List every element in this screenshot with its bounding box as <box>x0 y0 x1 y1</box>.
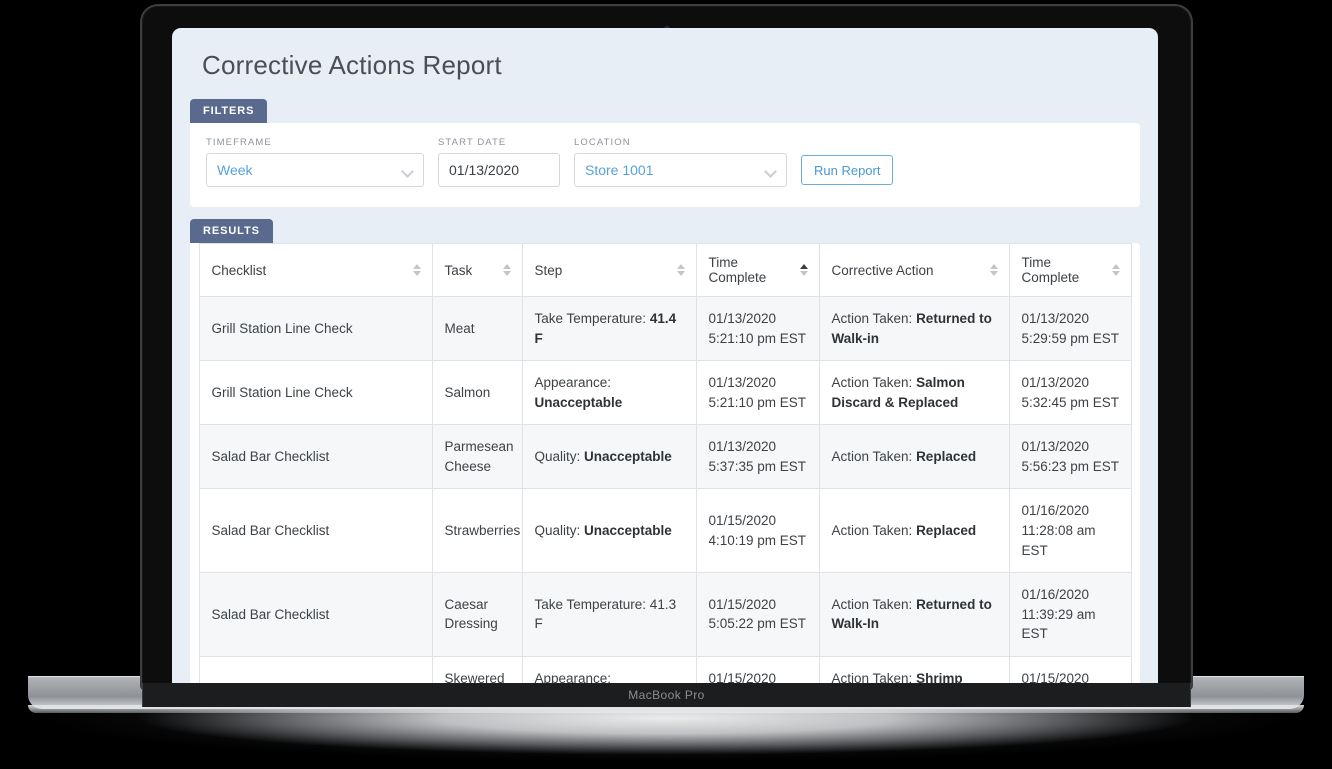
cell-task: Strawberries <box>431 488 523 574</box>
tab-results[interactable]: RESULTS <box>190 219 273 243</box>
column-header-label: Time Complete <box>708 255 767 285</box>
cell-task: Salmon <box>431 360 523 426</box>
cell-checklist: Grill Station Line Check <box>198 295 433 362</box>
timeframe-select[interactable]: Week <box>206 153 424 187</box>
chevron-down-icon <box>402 165 413 176</box>
cell-action-time-complete: 01/13/2020 5:29:59 pm EST <box>1008 295 1132 362</box>
column-header-time-complete-5[interactable]: Time Complete <box>1008 243 1132 297</box>
cell-time-complete: 01/13/2020 5:37:35 pm EST <box>695 424 820 490</box>
cell-step: Take Temperature: 41.4 F <box>521 295 697 362</box>
location-select[interactable]: Store 1001 <box>574 153 787 187</box>
column-header-corrective-action-4[interactable]: Corrective Action <box>818 243 1010 297</box>
location-label: LOCATION <box>574 137 631 148</box>
cell-step: Appearance: Unacceptable <box>521 655 697 683</box>
field-timeframe: TIMEFRAME Week <box>206 137 424 187</box>
results-card: Checklist Task Step Time Complete Corrective… <box>190 243 1140 683</box>
table-row[interactable]: Salad Bar Checklist Caesar Dressing Take T… <box>198 572 1132 657</box>
column-header-label: Step <box>534 262 563 278</box>
start-date-value: 01/13/2020 <box>449 162 520 178</box>
start-date-input[interactable]: 01/13/2020 <box>438 153 560 187</box>
cell-corrective-action: Action Taken: Returned to Walk-in <box>818 295 1010 362</box>
cell-time-complete: 01/15/20205:06:12 pm EST <box>695 655 820 683</box>
table-row[interactable]: Salad Bar Checklist Strawberries Quality: … <box>198 488 1132 574</box>
field-start-date: START DATE 01/13/2020 <box>438 137 560 187</box>
sort-icon[interactable] <box>502 263 512 277</box>
table-row[interactable]: Salad Bar Checklist Parmesean Cheese Quali… <box>198 424 1132 490</box>
tab-filters[interactable]: FILTERS <box>190 99 268 123</box>
cell-action-time-complete: 01/16/2020 11:28:08 am EST <box>1008 488 1132 574</box>
filters-row: TIMEFRAME Week START DATE 01/13/2020 LOC… <box>206 137 1124 187</box>
timeframe-label: TIMEFRAME <box>206 137 272 148</box>
cell-time-complete: 01/15/2020 4:10:19 pm EST <box>695 488 820 574</box>
table-row[interactable]: Grill Station Line CheckSkewered ShrimpA… <box>198 655 1132 683</box>
cell-corrective-action: Action Taken: Salmon Discard & Replaced <box>818 360 1010 426</box>
cell-corrective-action: Action Taken: Shrimp Replaced <box>818 655 1010 683</box>
laptop-bottom-bezel: MacBook Pro <box>142 683 1191 707</box>
table-row[interactable]: Grill Station Line Check Meat Take Tempera… <box>198 295 1132 362</box>
cell-step: Quality: Unacceptable <box>521 488 697 574</box>
cell-corrective-action: Action Taken: Returned to Walk-In <box>818 572 1010 657</box>
cell-checklist: Salad Bar Checklist <box>198 424 433 490</box>
cell-time-complete: 01/13/2020 5:21:10 pm EST <box>695 295 820 362</box>
column-header-label: Task <box>444 262 473 278</box>
sort-icon[interactable] <box>676 263 686 277</box>
column-header-task-1[interactable]: Task <box>431 243 523 297</box>
cell-action-time-complete: 01/16/2020 11:39:29 am EST <box>1008 572 1132 657</box>
screenshot-stage: MacBook Pro Corrective Actions Report FI… <box>0 0 1332 769</box>
cell-corrective-action: Action Taken: Replaced <box>818 488 1010 574</box>
app-screen: Corrective Actions Report FILTERS TIMEFR… <box>172 28 1158 683</box>
cell-action-time-complete: 01/15/20205:21:09 pm EST <box>1008 655 1132 683</box>
run-report-button[interactable]: Run Report <box>801 155 894 185</box>
filters-card: TIMEFRAME Week START DATE 01/13/2020 LOC… <box>190 123 1140 207</box>
cell-task: Parmesean Cheese <box>431 424 523 490</box>
results-table-body: Grill Station Line Check Meat Take Tempera… <box>198 295 1132 683</box>
filters-tab-wrap: FILTERS <box>190 99 1158 123</box>
cell-checklist: Grill Station Line Check <box>198 655 433 683</box>
timeframe-value: Week <box>217 162 253 178</box>
location-value: Store 1001 <box>585 162 654 178</box>
cell-checklist: Salad Bar Checklist <box>198 572 433 657</box>
cell-step: Take Temperature: 41.3 F <box>521 572 697 657</box>
cell-time-complete: 01/15/2020 5:05:22 pm EST <box>695 572 820 657</box>
results-table-head: Checklist Task Step Time Complete Corrective… <box>198 243 1132 297</box>
sort-icon[interactable] <box>1111 263 1121 277</box>
column-header-step-2[interactable]: Step <box>521 243 697 297</box>
column-header-label: Checklist <box>211 262 267 278</box>
cell-corrective-action: Action Taken: Replaced <box>818 424 1010 490</box>
start-date-label: START DATE <box>438 137 507 148</box>
cell-step: Quality: Unacceptable <box>521 424 697 490</box>
sort-icon[interactable] <box>989 263 999 277</box>
sort-icon[interactable] <box>799 263 809 277</box>
results-table: Checklist Task Step Time Complete Corrective… <box>198 243 1132 683</box>
cell-time-complete: 01/13/2020 5:21:10 pm EST <box>695 360 820 426</box>
cell-task: Caesar Dressing <box>431 572 523 657</box>
cell-task: Meat <box>431 295 523 362</box>
macbook-pro-label: MacBook Pro <box>628 688 705 702</box>
cell-checklist: Grill Station Line Check <box>198 360 433 426</box>
column-header-checklist-0[interactable]: Checklist <box>198 243 433 297</box>
field-location: LOCATION Store 1001 <box>574 137 787 187</box>
cell-checklist: Salad Bar Checklist <box>198 488 433 574</box>
table-row[interactable]: Grill Station Line Check Salmon Appearance… <box>198 360 1132 426</box>
results-tab-wrap: RESULTS <box>190 219 1158 243</box>
cell-step: Appearance: Unacceptable <box>521 360 697 426</box>
column-header-label: Time Complete <box>1021 255 1080 285</box>
cell-action-time-complete: 01/13/2020 5:56:23 pm EST <box>1008 424 1132 490</box>
chevron-down-icon <box>765 165 776 176</box>
cell-task: Skewered Shrimp <box>431 655 523 683</box>
cell-action-time-complete: 01/13/2020 5:32:45 pm EST <box>1008 360 1132 426</box>
sort-icon[interactable] <box>412 263 422 277</box>
column-header-time-complete-3[interactable]: Time Complete <box>695 243 820 297</box>
column-header-label: Corrective Action <box>831 262 934 278</box>
page-title: Corrective Actions Report <box>202 50 502 80</box>
results-header-row: Checklist Task Step Time Complete Corrective… <box>198 243 1132 297</box>
